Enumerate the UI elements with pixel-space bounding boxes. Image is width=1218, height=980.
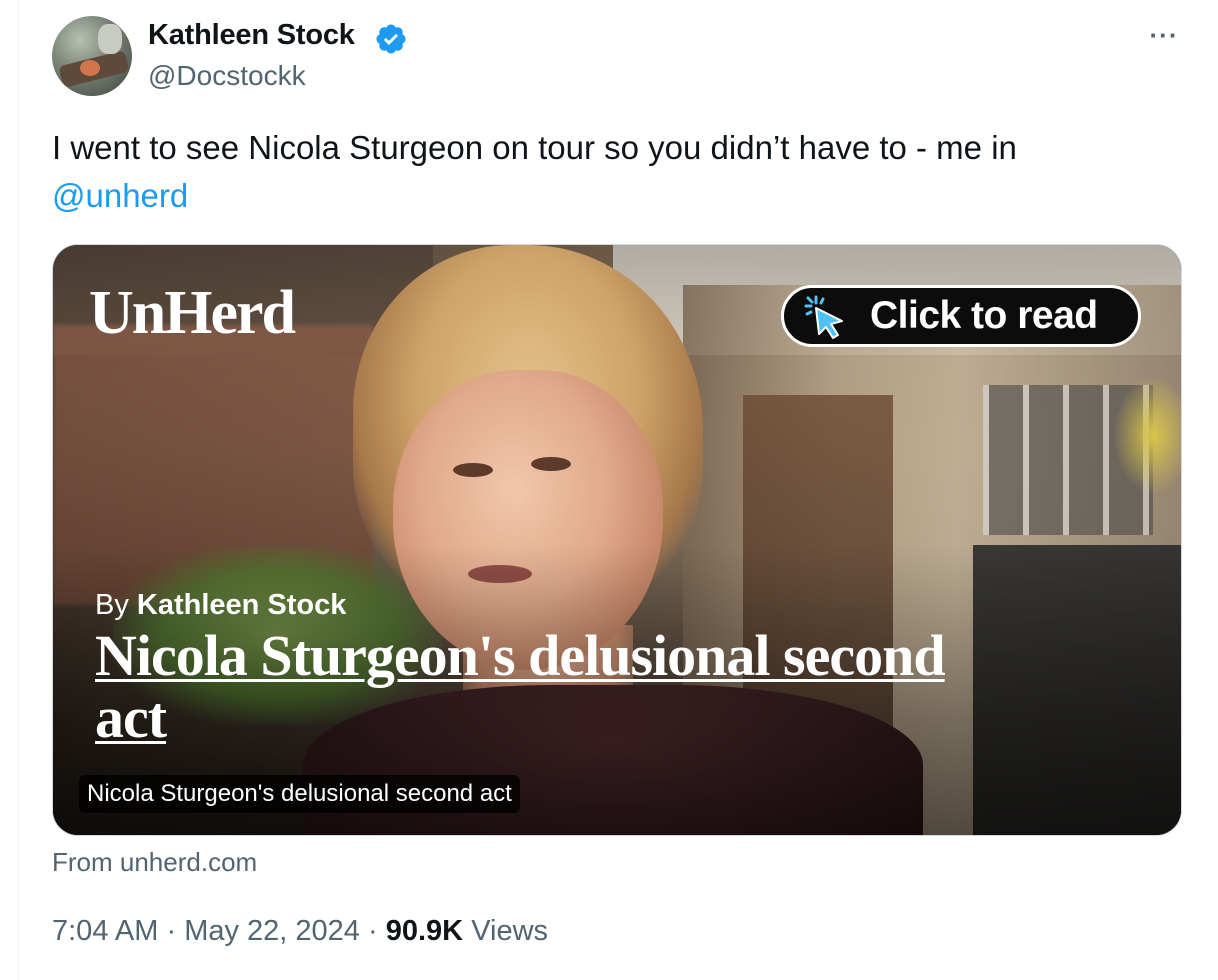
verified-badge-icon [376,24,406,54]
card-caption: Nicola Sturgeon's delusional second act [79,775,520,813]
author-display-name[interactable]: Kathleen Stock [148,15,355,55]
tweet-body: I went to see Nicola Sturgeon on tour so… [52,129,1017,166]
click-to-read-label: Click to read [870,294,1098,337]
tweet-text: I went to see Nicola Sturgeon on tour so… [52,124,1172,220]
avatar-image-detail [80,60,100,76]
more-options-icon[interactable]: ··· [1144,20,1184,50]
avatar-image-detail [98,24,122,54]
mention-link[interactable]: @unherd [52,177,188,214]
meta-separator: · [368,915,378,947]
meta-separator: · [166,915,177,947]
card-image-detail [1113,375,1181,495]
views-label: Views [471,915,549,947]
publisher-logo: UnHerd [89,279,296,347]
author-handle[interactable]: @Docstockk [148,57,306,95]
card-source-link[interactable]: From unherd.com [52,844,257,880]
byline-author: Kathleen Stock [136,589,347,621]
card-byline: By Kathleen Stock [95,585,346,625]
avatar[interactable] [52,16,132,96]
tweet-time[interactable]: 7:04 AM [52,915,158,947]
card-headline[interactable]: Nicola Sturgeon's delusional second act [95,625,995,749]
link-card[interactable]: UnHerd Click to read By Kathleen Stock N… [52,244,1182,836]
tweet-metadata: 7:04 AM · May 22, 2024 · 90.9K Views [52,910,548,952]
tweet-date[interactable]: May 22, 2024 [184,915,360,947]
timeline-border [18,0,19,980]
views-count: 90.9K [385,915,464,947]
card-photo-person [531,457,571,471]
cursor-click-icon [804,295,843,339]
byline-prefix: By [95,589,129,621]
card-photo-person [453,463,493,477]
click-to-read-button[interactable]: Click to read [781,285,1141,347]
